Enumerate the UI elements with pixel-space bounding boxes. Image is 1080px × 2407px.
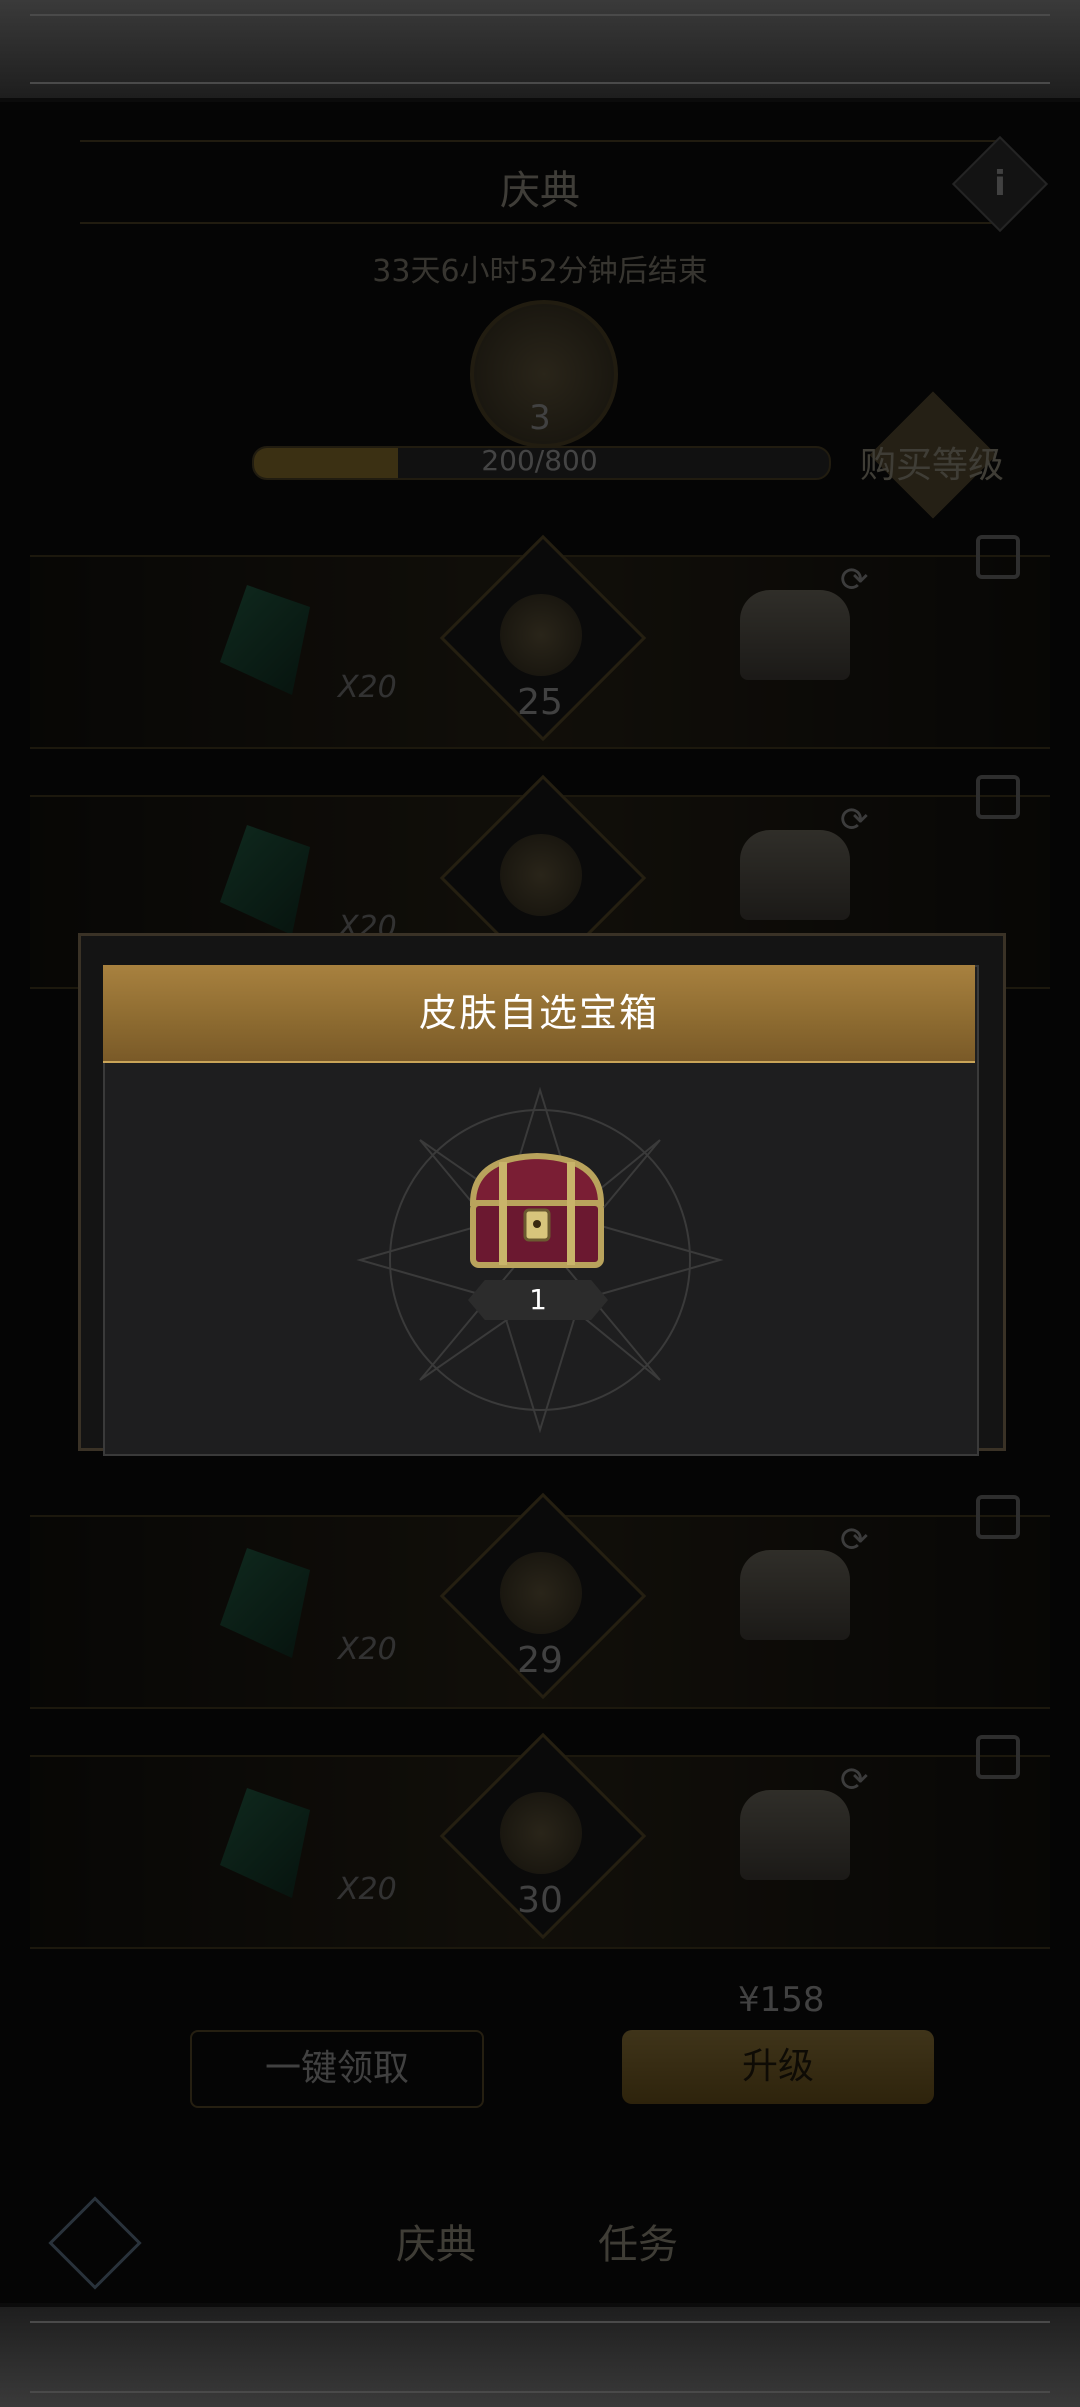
item-count: 1: [468, 1280, 608, 1320]
reward-level: 30: [517, 1880, 563, 1921]
tab-celebration[interactable]: 庆典: [396, 2212, 476, 2270]
page-title: 庆典: [500, 168, 580, 214]
coin-icon: [500, 594, 582, 676]
refresh-icon: ⟳: [840, 1520, 869, 1560]
coin-icon: [500, 834, 582, 916]
modal-title: 皮肤自选宝箱: [418, 991, 659, 1035]
lock-icon: [976, 535, 1020, 579]
upgrade-button[interactable]: 升级: [622, 2030, 934, 2104]
reward-level: 25: [517, 682, 563, 723]
chest-icon[interactable]: [740, 1790, 850, 1880]
event-timer: 33天6小时52分钟后结束: [372, 254, 708, 289]
chest-icon[interactable]: [740, 590, 850, 680]
refresh-icon: ⟳: [840, 1760, 869, 1800]
claim-all-button[interactable]: 一键领取: [190, 2030, 484, 2108]
treasure-chest-icon[interactable]: [463, 1148, 611, 1276]
info-button[interactable]: i: [951, 135, 1049, 233]
buy-level-button[interactable]: 购买等级: [860, 436, 1004, 488]
level-progress-text: 200/800: [481, 444, 598, 477]
coin-icon: [500, 1792, 582, 1874]
upgrade-price: ¥158: [738, 1980, 825, 2020]
back-arrow-icon[interactable]: [48, 2196, 142, 2290]
bottom-frame: [0, 2303, 1080, 2407]
refresh-icon: ⟳: [840, 560, 869, 600]
chest-icon[interactable]: [740, 830, 850, 920]
info-icon: i: [994, 164, 1006, 204]
lock-icon: [976, 1495, 1020, 1539]
lock-icon: [976, 775, 1020, 819]
lock-icon: [976, 1735, 1020, 1779]
chest-icon[interactable]: [740, 1550, 850, 1640]
tab-tasks[interactable]: 任务: [598, 2212, 678, 2270]
coin-icon: [500, 1552, 582, 1634]
reward-level: 29: [517, 1640, 563, 1681]
refresh-icon: ⟳: [840, 800, 869, 840]
